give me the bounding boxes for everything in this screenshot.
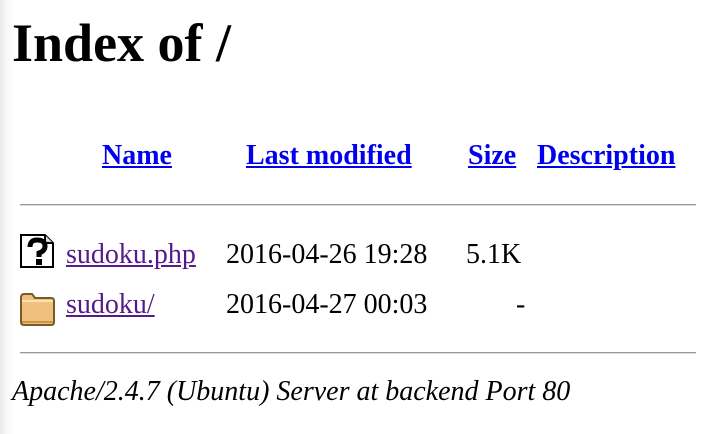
sort-by-description-link[interactable]: Description	[537, 140, 675, 172]
size-cell: -	[516, 289, 526, 320]
sort-by-last-modified-link[interactable]: Last modified	[246, 140, 412, 172]
sort-by-size-link[interactable]: Size	[468, 140, 516, 172]
folder-icon	[18, 289, 56, 327]
sort-by-name-link[interactable]: Name	[102, 140, 172, 172]
last-modified-cell: 2016-04-27 00:03	[226, 289, 428, 320]
folder-link-sudoku[interactable]: sudoku/	[66, 291, 155, 319]
unknown-file-icon	[18, 232, 56, 270]
footer-divider	[20, 352, 696, 354]
last-modified-cell: 2016-04-26 19:28	[226, 239, 428, 270]
header-divider	[20, 204, 696, 206]
page-title: Index of /	[12, 13, 232, 73]
file-link-sudoku-php[interactable]: sudoku.php	[66, 241, 196, 269]
size-cell: 5.1K	[466, 239, 522, 270]
server-signature: Apache/2.4.7 (Ubuntu) Server at backend …	[12, 376, 571, 407]
